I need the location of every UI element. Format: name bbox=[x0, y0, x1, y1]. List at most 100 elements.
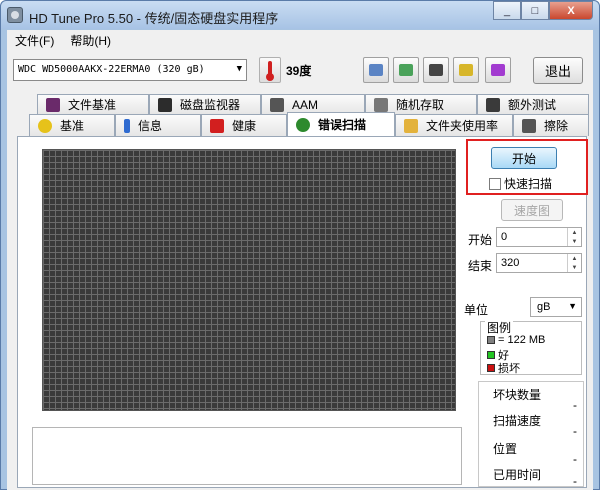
tab-file-benchmark[interactable]: 文件基准 bbox=[37, 94, 149, 114]
speaker-icon bbox=[270, 97, 284, 112]
window-controls: _ □ X bbox=[493, 1, 593, 20]
start-button[interactable]: 开始 bbox=[491, 147, 557, 169]
toolbar: WDC WD5000AAKX-22ERMA0 (320 gB) ▼ 39度 退出 bbox=[7, 54, 593, 88]
block-map-grid bbox=[42, 149, 456, 411]
tab-label: 基准 bbox=[60, 119, 85, 133]
unit-select[interactable]: gB ▼ bbox=[530, 297, 582, 317]
drive-selector[interactable]: WDC WD5000AAKX-22ERMA0 (320 gB) ▼ bbox=[13, 59, 247, 81]
minimize-button[interactable]: _ bbox=[493, 1, 521, 20]
start-position-input[interactable]: 0 ▲ ▼ bbox=[496, 227, 582, 247]
unit-label: 单位 bbox=[464, 303, 489, 317]
tab-label: 磁盘监视器 bbox=[180, 98, 241, 112]
speed-map-button[interactable]: 速度图 bbox=[501, 199, 563, 221]
copy-screen-button[interactable] bbox=[393, 57, 419, 83]
quick-scan-checkbox[interactable]: 快速扫描 bbox=[489, 175, 552, 192]
extra-tests-icon bbox=[486, 97, 500, 112]
copy-info-icon bbox=[369, 64, 383, 76]
title-bar[interactable]: HD Tune Pro 5.50 - 传统/固态硬盘实用程序 _ □ X bbox=[1, 1, 599, 29]
legend-bad-row: 损坏 bbox=[487, 360, 520, 376]
position-label: 位置 bbox=[493, 442, 518, 456]
menu-help[interactable]: 帮助(H) bbox=[62, 32, 119, 49]
temperature-value: 39度 bbox=[286, 64, 312, 78]
legend-block-size: = 122 MB bbox=[498, 334, 546, 346]
copy-screen-icon bbox=[399, 64, 413, 76]
legend-box: 图例 = 122 MB 好 损坏 bbox=[480, 319, 582, 376]
spin-arrows-icon[interactable]: ▲ ▼ bbox=[567, 254, 581, 272]
menu-bar: 文件(F) 帮助(H) bbox=[7, 30, 593, 51]
health-icon bbox=[210, 118, 224, 133]
tab-aam[interactable]: AAM bbox=[261, 94, 365, 114]
bad-swatch bbox=[487, 364, 495, 372]
folder-icon bbox=[404, 118, 418, 133]
tab-erase[interactable]: 擦除 bbox=[513, 114, 589, 136]
tab-label: 随机存取 bbox=[396, 98, 445, 112]
position-value: - bbox=[573, 452, 577, 466]
end-position-input[interactable]: 320 ▲ ▼ bbox=[496, 253, 582, 273]
camera-icon bbox=[429, 64, 443, 76]
save-button[interactable] bbox=[485, 57, 511, 83]
menu-file[interactable]: 文件(F) bbox=[7, 32, 62, 49]
elapsed-label: 已用时间 bbox=[493, 468, 542, 482]
tab-label: 健康 bbox=[232, 119, 257, 133]
window-title: HD Tune Pro 5.50 - 传统/固态硬盘实用程序 bbox=[29, 11, 279, 26]
tab-disk-monitor[interactable]: 磁盘监视器 bbox=[149, 94, 261, 114]
checkbox-box[interactable] bbox=[489, 177, 501, 190]
client-area: 文件(F) 帮助(H) WDC WD5000AAKX-22ERMA0 (320 … bbox=[7, 30, 593, 490]
file-benchmark-icon bbox=[46, 97, 60, 112]
random-access-icon bbox=[374, 97, 388, 112]
tab-row-top: 文件基准 磁盘监视器 AAM 随机存取 额外测试 bbox=[37, 94, 589, 114]
tab-benchmark[interactable]: 基准 bbox=[29, 114, 115, 136]
chevron-down-icon: ▼ bbox=[236, 64, 242, 74]
quick-scan-label: 快速扫描 bbox=[504, 177, 553, 191]
search-icon bbox=[296, 117, 310, 132]
tab-label: 额外测试 bbox=[508, 98, 557, 112]
options-icon bbox=[459, 64, 473, 76]
benchmark-icon bbox=[38, 118, 52, 133]
start-field-label: 开始 bbox=[468, 233, 493, 247]
tab-error-scan[interactable]: 错误扫描 bbox=[287, 112, 395, 136]
good-swatch bbox=[487, 351, 495, 359]
tab-row-bottom: 基准 信息 健康 错误扫描 文件夹使用率 擦除 bbox=[29, 112, 589, 136]
end-position-value: 320 bbox=[501, 257, 520, 269]
bad-blocks-label: 坏块数量 bbox=[493, 388, 542, 402]
scan-speed-label: 扫描速度 bbox=[493, 414, 542, 428]
options-button[interactable] bbox=[453, 57, 479, 83]
block-swatch bbox=[487, 336, 495, 344]
error-scan-panel: 开始 快速扫描 速度图 开始 0 ▲▼ 结束 320 ▲▼ 单位 gB ▼ bbox=[17, 136, 588, 488]
legend-block-row: = 122 MB bbox=[487, 334, 545, 346]
tab-info[interactable]: 信息 bbox=[115, 114, 201, 136]
start-position-value: 0 bbox=[501, 231, 508, 243]
tab-extra-tests[interactable]: 额外测试 bbox=[477, 94, 589, 114]
end-field-label: 结束 bbox=[468, 259, 493, 273]
thermometer-icon bbox=[259, 57, 281, 83]
tab-label: AAM bbox=[292, 97, 319, 112]
spin-arrows-icon[interactable]: ▲ ▼ bbox=[567, 228, 581, 246]
log-box bbox=[32, 427, 462, 485]
disk-monitor-icon bbox=[158, 97, 172, 112]
trash-icon bbox=[522, 118, 536, 133]
maximize-button[interactable]: □ bbox=[521, 1, 549, 20]
chevron-down-icon: ▼ bbox=[568, 301, 577, 311]
tab-health[interactable]: 健康 bbox=[201, 114, 287, 136]
bad-blocks-value: - bbox=[573, 398, 577, 412]
elapsed-value: - bbox=[573, 474, 577, 488]
drive-name: WDC WD5000AAKX-22ERMA0 (320 gB) bbox=[18, 64, 205, 75]
scan-speed-value: - bbox=[573, 424, 577, 438]
tab-label: 擦除 bbox=[544, 119, 569, 133]
scan-stats: 坏块数量 - 扫描速度 - 位置 - 已用时间 - bbox=[478, 381, 584, 488]
tab-folder-usage[interactable]: 文件夹使用率 bbox=[395, 114, 513, 136]
copy-info-button[interactable] bbox=[363, 57, 389, 83]
exit-button[interactable]: 退出 bbox=[533, 57, 583, 84]
close-button[interactable]: X bbox=[549, 1, 593, 20]
tab-label: 错误扫描 bbox=[318, 118, 367, 132]
app-logo-icon bbox=[7, 7, 23, 23]
tab-random-access[interactable]: 随机存取 bbox=[365, 94, 477, 114]
unit-value: gB bbox=[537, 301, 551, 313]
info-icon bbox=[124, 118, 130, 133]
save-down-icon bbox=[491, 64, 505, 76]
legend-bad: 损坏 bbox=[498, 363, 520, 375]
tab-label: 文件基准 bbox=[68, 98, 117, 112]
tab-label: 信息 bbox=[138, 119, 163, 133]
app-window: HD Tune Pro 5.50 - 传统/固态硬盘实用程序 _ □ X 文件(… bbox=[0, 0, 600, 490]
screenshot-button[interactable] bbox=[423, 57, 449, 83]
